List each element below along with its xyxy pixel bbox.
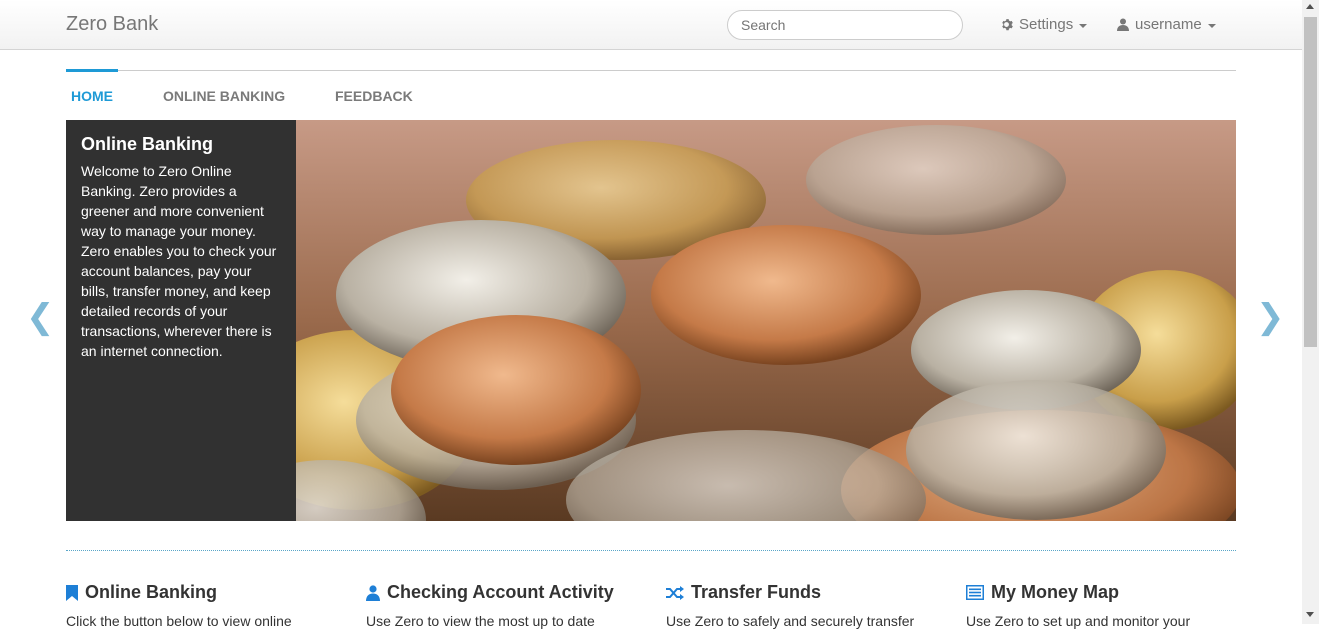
active-tab-indicator: [66, 69, 118, 72]
caret-down-icon: [1079, 23, 1088, 28]
feature-title: Transfer Funds: [691, 582, 822, 602]
scroll-down-arrow-icon[interactable]: [1306, 612, 1314, 617]
search-input[interactable]: [727, 10, 963, 40]
user-icon: [1117, 18, 1129, 31]
feature-text: Use Zero to view the most up to date: [366, 613, 595, 629]
coins-image: [296, 120, 1236, 521]
settings-dropdown[interactable]: Settings: [1000, 16, 1088, 33]
feature-text: Click the button below to view online: [66, 613, 292, 629]
caption-title: Online Banking: [81, 134, 214, 154]
user-dropdown[interactable]: username: [1117, 16, 1216, 33]
scrollbar-thumb[interactable]: [1304, 17, 1317, 347]
scroll-up-arrow-icon[interactable]: [1306, 4, 1314, 9]
feature-text: Use Zero to set up and monitor your: [966, 613, 1191, 629]
caret-down-icon: [1207, 23, 1216, 28]
caption-text: Welcome to Zero Online Banking. Zero pro…: [81, 163, 277, 359]
hero-carousel: Online Banking Welcome to Zero Online Ba…: [66, 120, 1236, 521]
feature-heading: Online Banking: [66, 582, 292, 603]
tab-home[interactable]: HOME: [71, 88, 113, 104]
feature-title: Online Banking: [85, 582, 218, 602]
user-icon: [366, 584, 380, 601]
feature-transfer-funds: Transfer Funds Use Zero to safely and se…: [666, 582, 914, 629]
gear-icon: [1002, 19, 1013, 31]
feature-heading: Checking Account Activity: [366, 582, 614, 603]
shuffle-icon: [666, 585, 684, 600]
carousel-next-arrow[interactable]: ❯: [1256, 300, 1285, 334]
tab-online-banking[interactable]: ONLINE BANKING: [163, 88, 285, 104]
feature-title: My Money Map: [991, 582, 1120, 602]
username-label: username: [1135, 16, 1202, 33]
list-alt-icon: [966, 585, 984, 600]
feature-checking-activity: Checking Account Activity Use Zero to vi…: [366, 582, 614, 629]
feature-heading: Transfer Funds: [666, 582, 914, 603]
tab-feedback[interactable]: FEEDBACK: [335, 88, 413, 104]
feature-text: Use Zero to safely and securely transfer: [666, 613, 915, 629]
feature-heading: My Money Map: [966, 582, 1190, 603]
carousel-prev-arrow[interactable]: ❮: [26, 300, 55, 334]
bookmark-icon: [66, 584, 78, 601]
feature-title: Checking Account Activity: [387, 582, 614, 602]
feature-online-banking: Online Banking Click the button below to…: [66, 582, 292, 629]
top-navbar: Zero Bank Settings username: [0, 0, 1302, 50]
feature-money-map: My Money Map Use Zero to set up and moni…: [966, 582, 1190, 629]
brand-logo[interactable]: Zero Bank: [66, 13, 158, 36]
carousel-caption: Online Banking Welcome to Zero Online Ba…: [66, 120, 296, 521]
section-divider: [66, 550, 1236, 551]
tabs-divider: [66, 70, 1236, 71]
settings-label: Settings: [1019, 16, 1074, 33]
